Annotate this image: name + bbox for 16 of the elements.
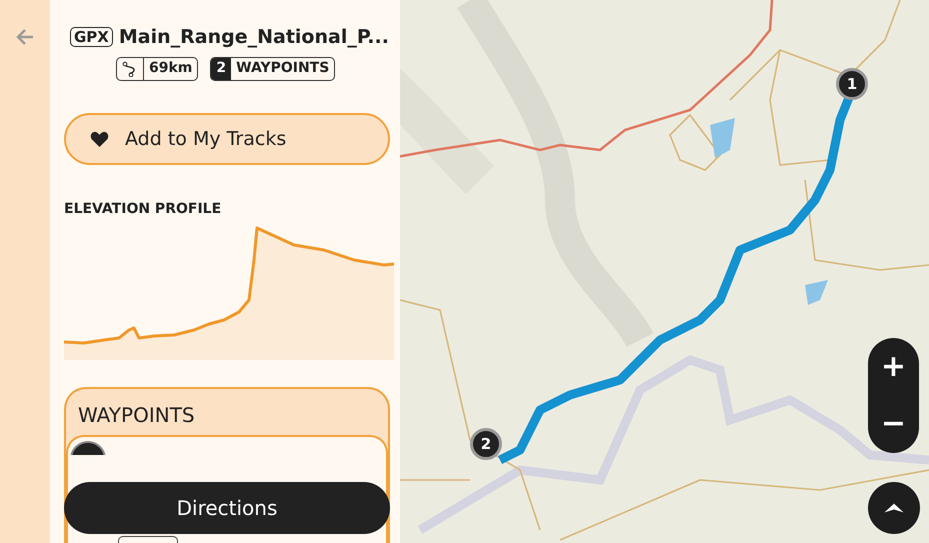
waypoints-title: WAYPOINTS: [77, 402, 196, 429]
section-title: ELEVATION PROFILE: [64, 201, 222, 217]
waypoint-card[interactable]: [66, 435, 388, 455]
zoom-button[interactable]: +: [870, 348, 916, 386]
waypoint-count: 2: [211, 58, 232, 80]
arrow-up-icon: [883, 502, 905, 514]
zoom-button[interactable]: −: [870, 405, 916, 444]
distance-text: 69km: [148, 59, 194, 78]
map-drawing[interactable]: [400, 0, 929, 543]
waypoint-label: WAYPOINTS: [235, 59, 330, 78]
directions-button[interactable]: Directions: [64, 482, 390, 534]
track-title: Main_Range_National_P...: [118, 26, 389, 48]
tag-outline: [118, 536, 178, 543]
add-to-tracks-button[interactable]: Add to My Tracks: [64, 113, 390, 165]
heart-icon: [90, 130, 109, 148]
format-badge: GPX: [70, 27, 113, 47]
